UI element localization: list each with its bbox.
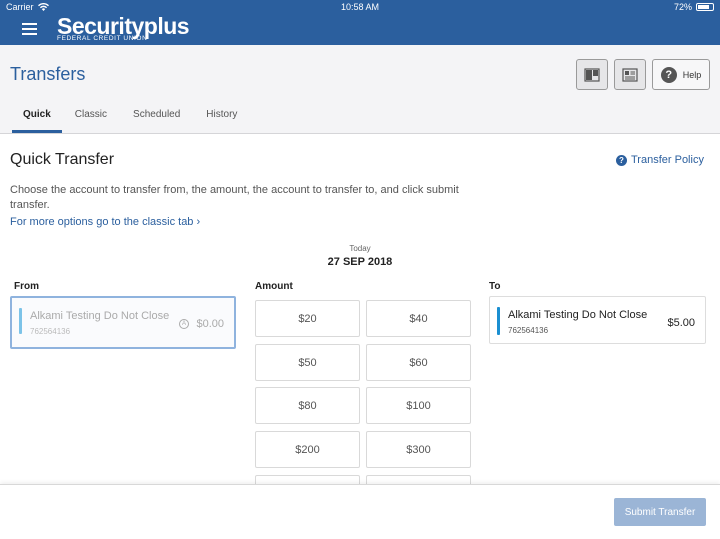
submit-transfer-button[interactable]: Submit Transfer xyxy=(614,498,706,526)
transfer-date: 27 SEP 2018 xyxy=(327,256,393,268)
quick-transfer-panel: Quick Transfer ? Transfer Policy Choose … xyxy=(0,134,720,512)
to-label: To xyxy=(489,281,501,292)
help-button[interactable]: ? Help xyxy=(652,59,710,90)
from-account-card[interactable]: Alkami Testing Do Not Close 762564136 A … xyxy=(10,296,236,349)
amount-button-20[interactable]: $20 xyxy=(255,300,360,337)
amount-button-200[interactable]: $200 xyxy=(255,431,360,468)
tab-classic[interactable]: Classic xyxy=(62,101,120,133)
app-header: Securityplus FEDERAL CREDIT UNION xyxy=(0,14,720,45)
amount-button-300[interactable]: $300 xyxy=(366,431,471,468)
newspaper-icon xyxy=(622,67,638,82)
book-button[interactable] xyxy=(576,59,608,90)
tab-quick[interactable]: Quick xyxy=(12,101,62,133)
info-icon: ? xyxy=(616,154,627,166)
amount-button-40[interactable]: $40 xyxy=(366,300,471,337)
brand-logo: Securityplus FEDERAL CREDIT UNION xyxy=(57,14,190,42)
battery-icon xyxy=(696,3,714,11)
status-time: 10:58 AM xyxy=(340,2,380,12)
battery-percent: 72% xyxy=(673,2,692,12)
tab-scheduled[interactable]: Scheduled xyxy=(120,101,193,133)
account-color-bar xyxy=(19,308,22,334)
amount-button-50[interactable]: $50 xyxy=(255,344,360,381)
news-button[interactable] xyxy=(614,59,646,90)
amount-button-100[interactable]: $100 xyxy=(366,387,471,424)
footer-bar: Submit Transfer xyxy=(0,484,720,539)
today-label: Today xyxy=(349,244,371,253)
from-account-name: Alkami Testing Do Not Close xyxy=(30,310,170,322)
amount-button-60[interactable]: $60 xyxy=(366,344,471,381)
status-bar: Carrier 10:58 AM 72% xyxy=(0,0,720,14)
status-right: 72% xyxy=(674,2,714,12)
section-title: Quick Transfer xyxy=(10,151,115,168)
instructions-text: Choose the account to transfer from, the… xyxy=(10,184,459,211)
to-account-number: 762564136 xyxy=(508,326,549,335)
transfer-policy-label: Transfer Policy xyxy=(631,154,704,166)
to-account-balance: $5.00 xyxy=(667,317,695,329)
help-label: Help xyxy=(682,69,702,80)
tab-bar: Quick Classic Scheduled History xyxy=(12,101,250,133)
to-account-name: Alkami Testing Do Not Close xyxy=(508,309,648,321)
account-color-bar xyxy=(497,307,500,335)
amount-label: Amount xyxy=(255,281,293,292)
available-icon: A xyxy=(179,319,189,329)
book-icon xyxy=(584,67,600,82)
from-account-number: 762564136 xyxy=(30,327,71,336)
tab-history[interactable]: History xyxy=(193,101,250,133)
from-account-balance: $0.00 xyxy=(196,318,224,330)
help-icon: ? xyxy=(660,66,677,83)
classic-tab-link[interactable]: For more options go to the classic tab › xyxy=(10,216,200,228)
page-header: Transfers ? Help Quick Classic Scheduled… xyxy=(0,45,720,134)
page-title: Transfers xyxy=(10,64,86,84)
hamburger-icon[interactable] xyxy=(22,23,37,35)
to-account-card[interactable]: Alkami Testing Do Not Close 762564136 $5… xyxy=(489,296,706,344)
transfer-policy-link[interactable]: ? Transfer Policy xyxy=(616,154,704,166)
amount-button-80[interactable]: $80 xyxy=(255,387,360,424)
from-label: From xyxy=(14,281,39,292)
